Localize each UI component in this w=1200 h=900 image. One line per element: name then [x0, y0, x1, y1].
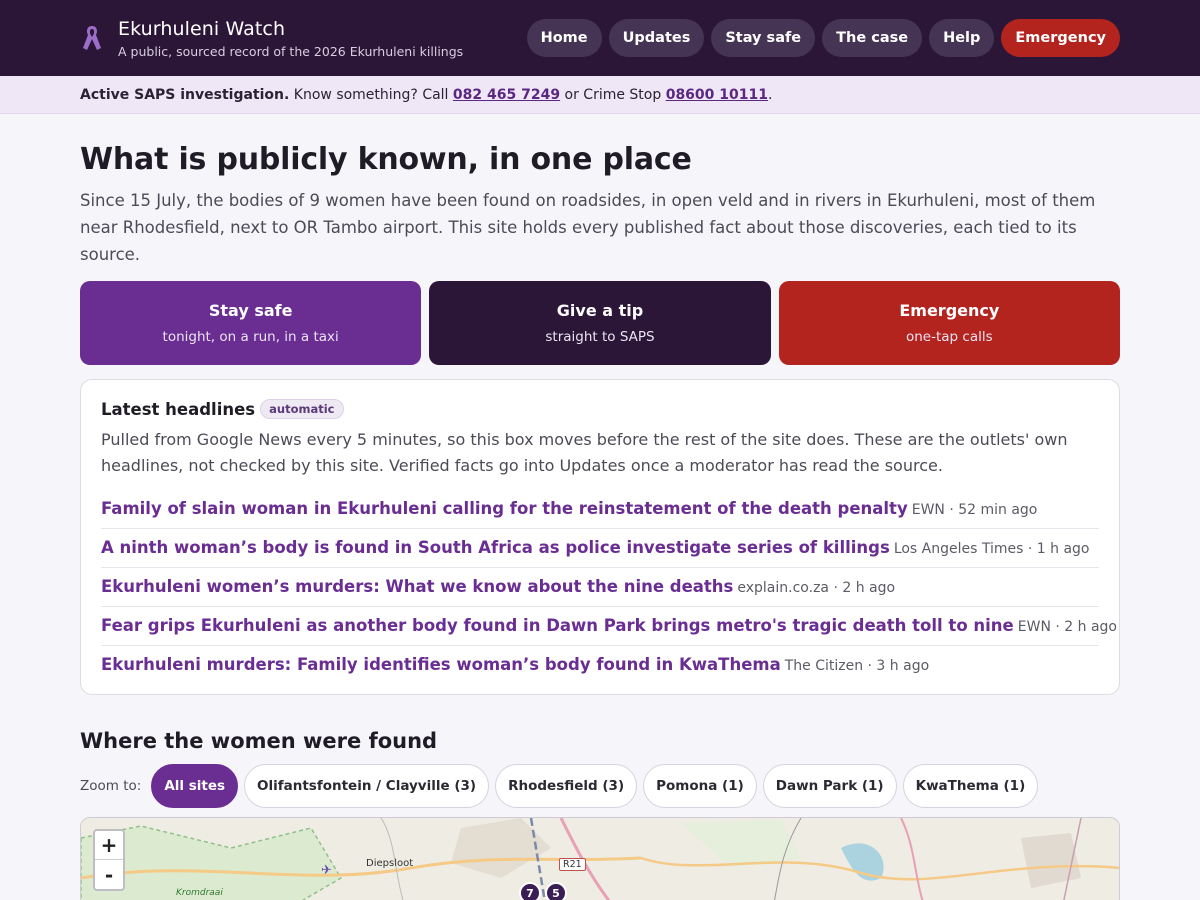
nav-stay-safe[interactable]: Stay safe [711, 19, 816, 57]
zoom-in-button[interactable]: + [95, 831, 123, 860]
road-shield-r21: R21 [559, 858, 586, 871]
notice-text-3: . [768, 86, 773, 103]
map-zoom-control: + - [93, 829, 125, 891]
headline-item: Family of slain woman in Ekurhuleni call… [101, 499, 1099, 529]
automatic-badge: automatic [260, 399, 344, 419]
headline-link[interactable]: Family of slain woman in Ekurhuleni call… [101, 499, 908, 518]
cta-title: Stay safe [208, 301, 293, 320]
chip-olifantsfontein[interactable]: Olifantsfontein / Clayville (3) [244, 764, 490, 808]
investigation-notice: Active SAPS investigation. Know somethin… [0, 76, 1200, 114]
crime-stop-link[interactable]: 08600 10111 [666, 87, 768, 103]
cta-sub: one-tap calls [905, 329, 993, 345]
chip-pomona[interactable]: Pomona (1) [643, 764, 757, 808]
headline-item: A ninth woman’s body is found in South A… [101, 538, 1099, 568]
nav-emergency[interactable]: Emergency [1001, 19, 1120, 57]
nav-home[interactable]: Home [526, 19, 602, 57]
chip-kwathema[interactable]: KwaThema (1) [902, 764, 1039, 808]
headline-link[interactable]: Ekurhuleni murders: Family identifies wo… [101, 655, 781, 674]
cta-sub: straight to SAPS [545, 329, 655, 345]
cta-title: Emergency [899, 301, 1000, 320]
map-marker[interactable]: 7 [519, 882, 541, 900]
airport-icon: ✈ [321, 863, 332, 878]
zoom-label: Zoom to: [80, 778, 142, 794]
main-nav: Home Updates Stay safe The case Help Eme… [526, 19, 1120, 57]
site-title: Ekurhuleni Watch [118, 17, 286, 40]
map-section-title: Where the women were found [80, 729, 438, 753]
headline-item: Fear grips Ekurhuleni as another body fo… [101, 616, 1117, 646]
zoom-out-button[interactable]: - [95, 860, 123, 889]
headline-link[interactable]: Fear grips Ekurhuleni as another body fo… [101, 616, 1014, 635]
headline-list: Family of slain woman in Ekurhuleni call… [101, 499, 1117, 684]
page-lead: Since 15 July, the bodies of 9 women hav… [80, 191, 1096, 264]
give-tip-button[interactable]: Give a tip straight to SAPS [429, 281, 771, 365]
zoom-filter: Zoom to: All sites Olifantsfontein / Cla… [80, 764, 1120, 808]
headline-meta: Los Angeles Times · 1 h ago [893, 541, 1090, 557]
cta-row: Stay safe tonight, on a run, in a taxi G… [80, 281, 1120, 365]
notice-bold: Active SAPS investigation. [80, 86, 290, 103]
cta-sub: tonight, on a run, in a taxi [162, 329, 339, 345]
headlines-title: Latest headlines [101, 399, 256, 419]
chip-all-sites[interactable]: All sites [151, 764, 239, 808]
chip-rhodesfield[interactable]: Rhodesfield (3) [495, 764, 638, 808]
headline-item: Ekurhuleni women’s murders: What we know… [101, 577, 1099, 607]
map-label-kromdraai: Kromdraai [176, 888, 223, 898]
headline-link[interactable]: A ninth woman’s body is found in South A… [101, 538, 890, 557]
headline-link[interactable]: Ekurhuleni women’s murders: What we know… [101, 577, 733, 596]
map-label-diepsloot: Diepsloot [366, 858, 414, 869]
saps-phone-link[interactable]: 082 465 7249 [453, 87, 560, 103]
stay-safe-button[interactable]: Stay safe tonight, on a run, in a taxi [80, 281, 422, 365]
page-title: What is publicly known, in one place [80, 142, 692, 177]
top-bar: Ekurhuleni Watch A public, sourced recor… [0, 0, 1200, 76]
headlines-description: Pulled from Google News every 5 minutes,… [101, 430, 1068, 475]
chip-dawn-park[interactable]: Dawn Park (1) [762, 764, 897, 808]
site-subtitle: A public, sourced record of the 2026 Eku… [118, 43, 464, 59]
headline-meta: EWN · 52 min ago [911, 502, 1038, 518]
notice-text-1: Know something? Call [289, 86, 453, 103]
nav-help[interactable]: Help [929, 19, 995, 57]
headline-meta: EWN · 2 h ago [1017, 619, 1117, 635]
notice-text-2: or Crime Stop [560, 86, 666, 103]
nav-updates[interactable]: Updates [608, 19, 705, 57]
brand[interactable]: Ekurhuleni Watch A public, sourced recor… [80, 18, 527, 59]
nav-the-case[interactable]: The case [822, 19, 923, 57]
ribbon-icon [80, 23, 104, 53]
main-content: What is publicly known, in one place Sin… [0, 142, 1200, 900]
headline-meta: The Citizen · 3 h ago [784, 658, 930, 674]
map-tiles [81, 818, 1119, 900]
map-marker[interactable]: 5 [545, 882, 567, 900]
sites-map[interactable]: + - Diepsloot Kromdraai ✈ R21 7 5 [80, 817, 1120, 900]
headline-item: Ekurhuleni murders: Family identifies wo… [101, 655, 1099, 684]
headline-meta: explain.co.za · 2 h ago [737, 580, 896, 596]
headlines-card: Latest headlines automatic Pulled from G… [80, 379, 1120, 695]
cta-title: Give a tip [556, 301, 644, 320]
emergency-button[interactable]: Emergency one-tap calls [778, 281, 1120, 365]
